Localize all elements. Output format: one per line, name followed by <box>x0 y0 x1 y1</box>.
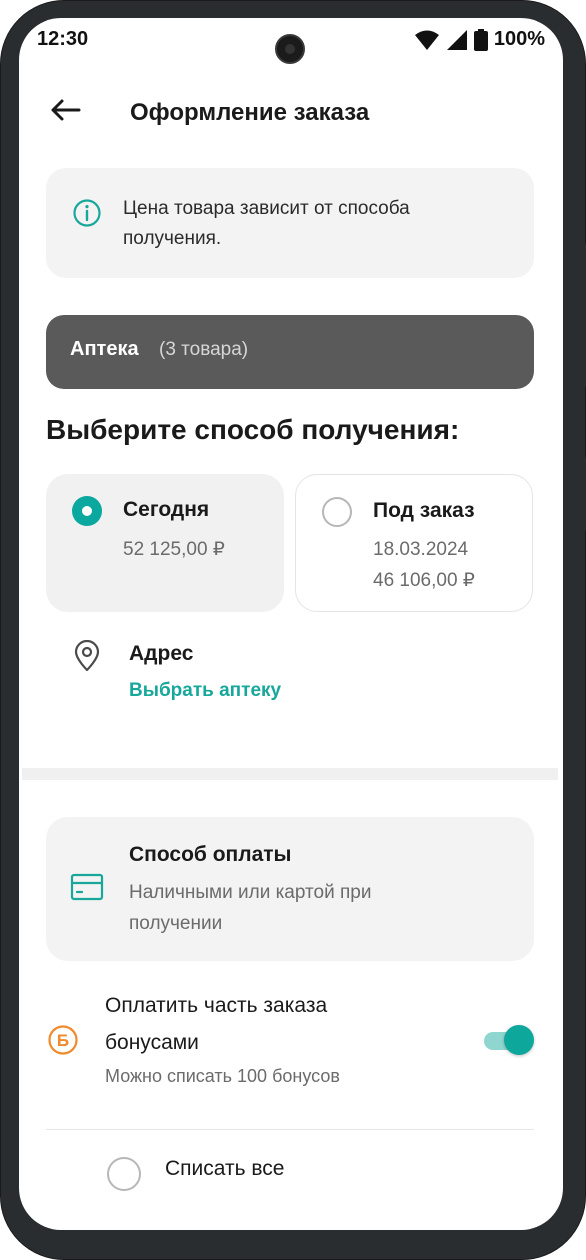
option-title: Сегодня <box>123 498 210 521</box>
status-icons: 100% <box>414 28 545 51</box>
bonus-title: Оплатить часть заказа бонусами <box>105 994 328 1054</box>
status-time: 12:30 <box>37 28 89 50</box>
screen: 12:30 100% Оформление заказа Цена товара… <box>19 18 563 1230</box>
signal-icon <box>446 29 467 50</box>
front-camera <box>275 34 305 64</box>
payment-method-card[interactable]: Способ оплаты Наличными или картой при п… <box>46 817 534 961</box>
choose-pharmacy-link[interactable]: Выбрать аптеку <box>129 680 281 702</box>
section-name: Аптека <box>70 338 139 360</box>
pharmacy-section-header: Аптека (3 товара) <box>46 315 534 389</box>
battery-icon <box>473 28 488 51</box>
radio-unselected-icon[interactable] <box>107 1157 141 1191</box>
toggle-thumb <box>504 1025 534 1055</box>
option-title: Под заказ <box>373 499 475 522</box>
credit-card-icon <box>70 873 104 901</box>
option-price: 52 125,00 ₽ <box>123 539 225 560</box>
info-icon <box>73 199 101 227</box>
option-date: 18.03.2024 <box>373 539 469 560</box>
back-button[interactable] <box>47 90 87 130</box>
power-button <box>580 456 586 532</box>
bonus-coin-icon: Б <box>48 1025 78 1055</box>
bonus-subtitle: Можно списать 100 бонусов <box>105 1066 340 1086</box>
address-title: Адрес <box>129 642 194 665</box>
volume-button <box>580 242 586 388</box>
payment-description: Наличными или картой при получении <box>129 882 372 934</box>
location-pin-icon <box>74 640 100 672</box>
delivery-option-preorder[interactable]: Под заказ 18.03.2024 46 106,00 ₽ <box>295 474 533 612</box>
status-bar: 12:30 100% <box>19 18 563 64</box>
info-text: Цена товара зависит от способа получения… <box>123 198 410 249</box>
back-arrow-icon <box>51 99 81 121</box>
divider <box>46 1129 534 1130</box>
page-title: Оформление заказа <box>130 99 370 126</box>
radio-unselected-icon[interactable] <box>322 497 352 527</box>
bonus-toggle[interactable] <box>482 1024 534 1056</box>
bonus-symbol: Б <box>57 1031 69 1050</box>
radio-selected-icon[interactable] <box>72 496 102 526</box>
section-item-count: (3 товара) <box>159 339 249 360</box>
delivery-heading: Выберите способ получения: <box>46 414 460 445</box>
app-header: Оформление заказа <box>19 80 563 144</box>
info-banner: Цена товара зависит от способа получения… <box>46 168 534 278</box>
delivery-option-today[interactable]: Сегодня 52 125,00 ₽ <box>46 474 284 612</box>
wifi-icon <box>414 30 439 50</box>
option-price: 46 106,00 ₽ <box>373 570 475 591</box>
write-off-all-option[interactable]: Списать все <box>107 1155 407 1191</box>
section-divider <box>22 768 558 780</box>
payment-title: Способ оплаты <box>129 843 292 866</box>
battery-percent: 100% <box>493 28 545 50</box>
write-off-all-label: Списать все <box>165 1157 285 1180</box>
